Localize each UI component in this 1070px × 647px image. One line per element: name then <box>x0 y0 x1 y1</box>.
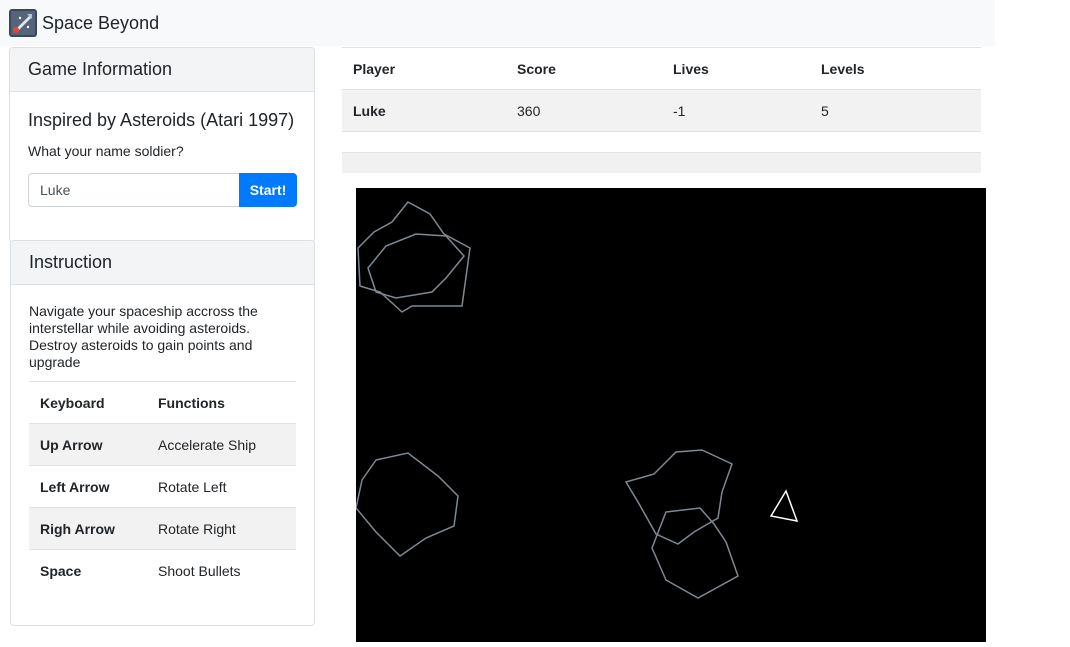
player-header: Player <box>342 47 506 90</box>
lives-header: Lives <box>662 47 810 90</box>
table-row: Space Shoot Bullets <box>29 549 296 592</box>
game-information-card: Game Information Inspired by Asteroids (… <box>9 47 315 243</box>
key-cell: Up Arrow <box>29 423 147 466</box>
table-row: Righ Arrow Rotate Right <box>29 507 296 550</box>
function-cell: Rotate Left <box>147 465 296 508</box>
name-question-label: What your name soldier? <box>28 143 184 159</box>
asteroid <box>367 233 465 299</box>
scoreboard-footer-bar <box>342 152 981 173</box>
score-cell: 360 <box>506 89 662 132</box>
brand-title[interactable]: Space Beyond <box>42 13 159 34</box>
instruction-card: Instruction Navigate your spaceship accr… <box>10 240 315 626</box>
levels-cell: 5 <box>810 89 981 132</box>
keyboard-header: Keyboard <box>29 381 147 424</box>
score-header: Score <box>506 47 662 90</box>
table-row: Up Arrow Accelerate Ship <box>29 423 296 466</box>
key-cell: Righ Arrow <box>29 507 147 550</box>
key-cell: Space <box>29 549 147 592</box>
scoreboard-table: Player Score Lives Levels Luke 360 -1 5 <box>342 47 981 132</box>
game-canvas[interactable] <box>355 188 986 642</box>
table-row: Left Arrow Rotate Left <box>29 465 296 508</box>
game-information-header: Game Information <box>10 48 314 92</box>
inspired-heading: Inspired by Asteroids (Atari 1997) <box>28 110 295 130</box>
keyboard-table: Keyboard Functions Up Arrow Accelerate S… <box>29 381 296 592</box>
levels-header: Levels <box>810 47 981 90</box>
asteroid <box>355 452 459 557</box>
table-row: Luke 360 -1 5 <box>342 89 981 132</box>
function-cell: Accelerate Ship <box>147 423 296 466</box>
player-name-input[interactable] <box>28 173 240 207</box>
game-scene <box>355 201 799 599</box>
spaceship <box>769 489 799 522</box>
functions-header: Functions <box>147 381 296 424</box>
navbar: Space Beyond <box>0 0 995 46</box>
key-cell: Left Arrow <box>29 465 147 508</box>
instruction-header: Instruction <box>11 241 314 285</box>
instruction-text: Navigate your spaceship accross the inte… <box>29 303 258 370</box>
asteroid <box>651 507 739 599</box>
lives-cell: -1 <box>662 89 810 132</box>
player-name-cell: Luke <box>342 89 506 132</box>
spaceship-logo-icon[interactable] <box>9 9 37 37</box>
start-button[interactable]: Start! <box>239 173 297 207</box>
function-cell: Shoot Bullets <box>147 549 296 592</box>
asteroid <box>624 449 733 545</box>
function-cell: Rotate Right <box>147 507 296 550</box>
